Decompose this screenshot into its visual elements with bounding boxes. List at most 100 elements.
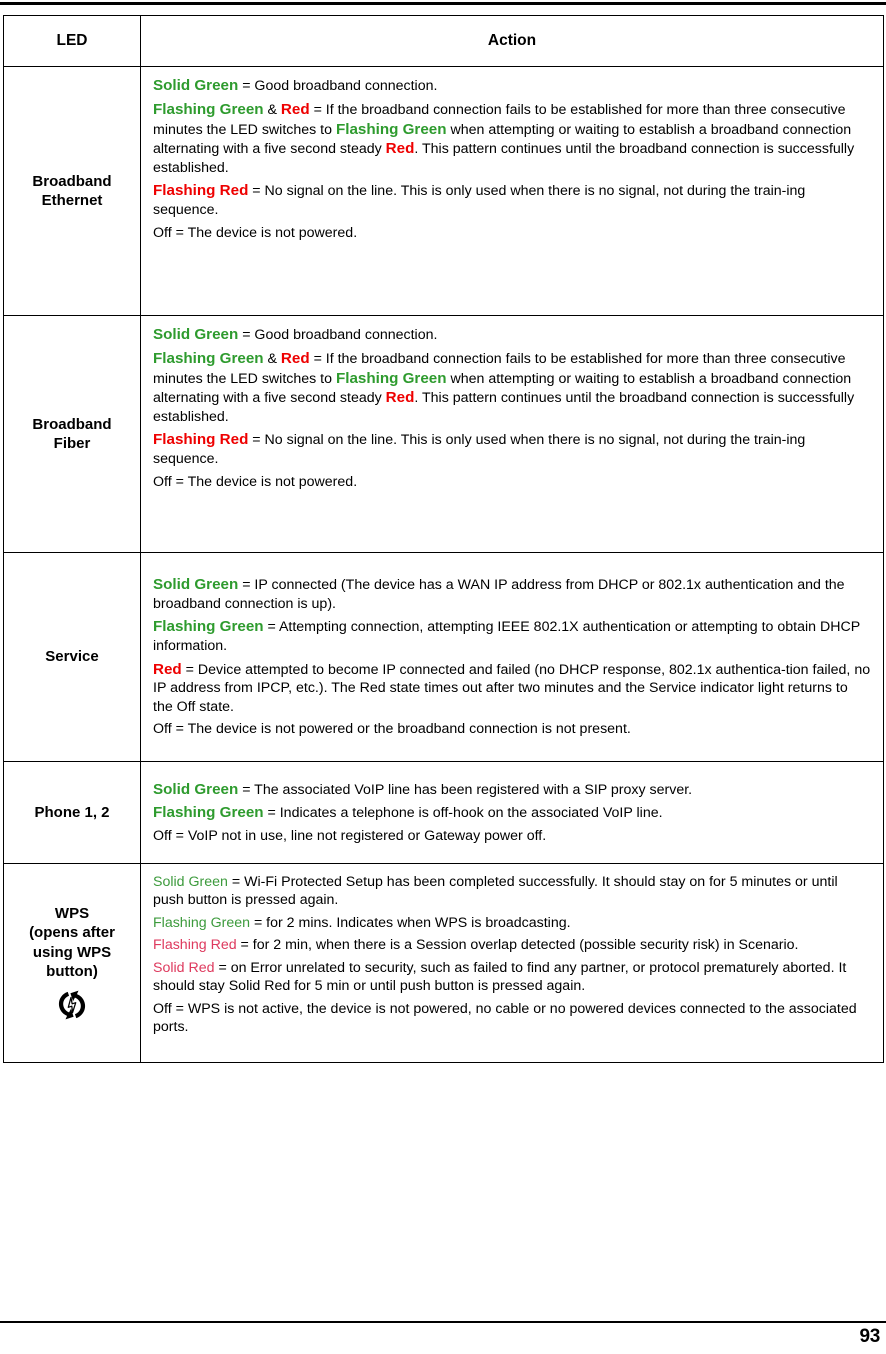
led-state-label: Solid Green bbox=[153, 326, 239, 343]
action-text: = for 2 mins. Indicates when WPS is broa… bbox=[250, 914, 571, 931]
led-name-line: Broadband bbox=[32, 172, 112, 190]
led-name-label: Phone 1, 2 bbox=[10, 803, 134, 822]
page-number: 93 bbox=[859, 1326, 880, 1347]
action-paragraph: Flashing Green = for 2 mins. Indicates w… bbox=[153, 914, 871, 932]
led-name-cell-wps: WPS (opens after using WPS button) bbox=[3, 863, 141, 1063]
led-action-cell-broadband-ethernet: Solid Green = Good broadband connection.… bbox=[140, 66, 884, 316]
action-text: & bbox=[263, 101, 281, 118]
action-text: = for 2 min, when there is a Session ove… bbox=[236, 937, 799, 954]
led-state-label: Red bbox=[153, 660, 182, 678]
led-name-cell-broadband-ethernet: Broadband Ethernet bbox=[3, 66, 141, 316]
led-name-line: WPS bbox=[54, 905, 90, 923]
led-name-line: using WPS bbox=[32, 943, 112, 961]
action-paragraph: Flashing Red = No signal on the line. Th… bbox=[153, 181, 871, 219]
action-text: = Good broadband connection. bbox=[238, 327, 438, 343]
action-text: = Wi-Fi Protected Setup has been complet… bbox=[153, 874, 838, 909]
action-paragraph: Off = WPS is not active, the device is n… bbox=[153, 1000, 871, 1037]
action-paragraph: Solid Green = Good broadband connection. bbox=[153, 325, 871, 345]
action-text: Off = The device is not powered or the b… bbox=[153, 721, 631, 738]
action-text: = No signal on the line. This is only us… bbox=[153, 183, 806, 219]
led-state-label: Solid Green bbox=[153, 874, 228, 890]
led-name-line: Ethernet bbox=[41, 192, 103, 209]
led-action-cell-phone-1-2: Solid Green = The associated VoIP line h… bbox=[140, 761, 884, 864]
table-header: LED Action bbox=[3, 15, 884, 67]
action-paragraph: Red = Device attempted to become IP conn… bbox=[153, 660, 871, 717]
action-paragraph: Solid Green = Good broadband connection. bbox=[153, 76, 871, 96]
led-state-label: Red bbox=[280, 100, 310, 118]
table-header-row: LED Action bbox=[3, 15, 884, 67]
action-paragraph: Solid Green = IP connected (The device h… bbox=[153, 575, 871, 613]
led-state-label: Flashing Green bbox=[153, 349, 264, 367]
led-name-line: Service bbox=[45, 648, 99, 666]
action-paragraph: Off = The device is not powered or the b… bbox=[153, 720, 871, 738]
led-indicator-table: LED Action Broadband Ethernet Solid Green … bbox=[3, 15, 884, 1063]
action-text: Off = WPS is not active, the device is n… bbox=[153, 1000, 857, 1036]
table-row: Phone 1, 2 Solid Green = The associated V… bbox=[3, 761, 884, 864]
led-name-label: Service bbox=[10, 647, 134, 666]
led-state-label: Flashing Green bbox=[153, 618, 264, 636]
action-paragraph: Flashing Green = Indicates a telephone i… bbox=[153, 803, 871, 823]
action-paragraph: Solid Green = The associated VoIP line h… bbox=[153, 780, 871, 800]
led-state-label: Solid Green bbox=[153, 77, 239, 94]
action-text: = Good broadband connection. bbox=[238, 78, 438, 94]
action-text: = Device attempted to become IP connecte… bbox=[153, 661, 871, 715]
action-text: = The associated VoIP line has been regi… bbox=[238, 781, 693, 798]
led-state-label: Red bbox=[385, 389, 415, 407]
led-action-cell-service: Solid Green = IP connected (The device h… bbox=[140, 552, 884, 762]
table-row: Service Solid Green = IP connected (The d… bbox=[3, 552, 884, 762]
led-state-label: Flashing Green bbox=[335, 120, 447, 138]
led-state-label: Flashing Green bbox=[153, 100, 264, 118]
action-paragraph: Off = The device is not powered. bbox=[153, 473, 871, 491]
table-body: Broadband Ethernet Solid Green = Good broa… bbox=[3, 66, 884, 1063]
led-name-cell-phone-1-2: Phone 1, 2 bbox=[3, 761, 141, 864]
led-state-label: Red bbox=[385, 140, 415, 158]
led-name-line: button) bbox=[46, 962, 98, 980]
action-text: Off = The device is not powered. bbox=[153, 473, 358, 490]
table-row: Broadband Ethernet Solid Green = Good broa… bbox=[3, 66, 884, 316]
led-action-cell-broadband-fiber: Solid Green = Good broadband connection.… bbox=[140, 315, 884, 553]
action-paragraph: Flashing Red = No signal on the line. Th… bbox=[153, 430, 871, 468]
column-header-led: LED bbox=[3, 15, 141, 67]
led-name-label: Broadband Fiber bbox=[10, 415, 134, 453]
led-name-line: Fiber bbox=[53, 435, 91, 452]
action-paragraph: Solid Red = on Error unrelated to securi… bbox=[153, 959, 871, 996]
led-state-label: Red bbox=[280, 349, 310, 367]
led-state-label: Flashing Red bbox=[153, 431, 249, 449]
led-state-label: Flashing Green bbox=[153, 914, 250, 931]
led-name-line: (opens after bbox=[29, 924, 115, 942]
action-text: = on Error unrelated to security, such a… bbox=[153, 959, 847, 995]
action-paragraph: Off = The device is not powered. bbox=[153, 224, 871, 242]
action-text: Off = The device is not powered. bbox=[153, 224, 358, 241]
column-header-action: Action bbox=[140, 15, 884, 67]
led-state-label: Solid Green bbox=[153, 780, 239, 798]
action-paragraph: Flashing Red = for 2 min, when there is … bbox=[153, 936, 871, 954]
table-row: Broadband Fiber Solid Green = Good broadba… bbox=[3, 315, 884, 553]
action-paragraph: Off = VoIP not in use, line not register… bbox=[153, 827, 871, 845]
led-state-label: Flashing Green bbox=[153, 804, 264, 822]
led-state-label: Flashing Red bbox=[153, 182, 249, 200]
led-action-cell-wps: Solid Green = Wi-Fi Protected Setup has … bbox=[140, 863, 884, 1063]
action-text: & bbox=[263, 350, 281, 367]
led-name-line: Phone 1, 2 bbox=[34, 803, 110, 821]
action-paragraph: Solid Green = Wi-Fi Protected Setup has … bbox=[153, 873, 871, 910]
wps-icon bbox=[58, 990, 86, 1020]
action-paragraph: Flashing Green & Red = If the broadband … bbox=[153, 349, 871, 427]
led-name-line: Broadband bbox=[32, 415, 112, 433]
action-text: = IP connected (The device has a WAN IP … bbox=[153, 577, 845, 612]
page-header-rule bbox=[0, 2, 886, 5]
action-text: = Indicates a telephone is off-hook on t… bbox=[263, 805, 663, 822]
led-state-label: Flashing Red bbox=[153, 937, 237, 954]
page-footer-rule bbox=[0, 1321, 886, 1323]
action-paragraph: Flashing Green = Attempting connection, … bbox=[153, 617, 871, 655]
action-text: Off = VoIP not in use, line not register… bbox=[153, 828, 547, 845]
action-text: = No signal on the line. This is only us… bbox=[153, 432, 806, 468]
led-name-label: Broadband Ethernet bbox=[10, 172, 134, 210]
led-state-label: Flashing Green bbox=[335, 369, 447, 387]
table-row: WPS (opens after using WPS button) Solid Gre… bbox=[3, 863, 884, 1063]
led-name-label: WPS (opens after using WPS button) bbox=[10, 904, 134, 981]
action-paragraph: Flashing Green & Red = If the broadband … bbox=[153, 100, 871, 178]
led-name-cell-service: Service bbox=[3, 552, 141, 762]
led-state-label: Solid Red bbox=[153, 959, 215, 976]
led-name-cell-broadband-fiber: Broadband Fiber bbox=[3, 315, 141, 553]
led-state-label: Solid Green bbox=[153, 576, 239, 594]
